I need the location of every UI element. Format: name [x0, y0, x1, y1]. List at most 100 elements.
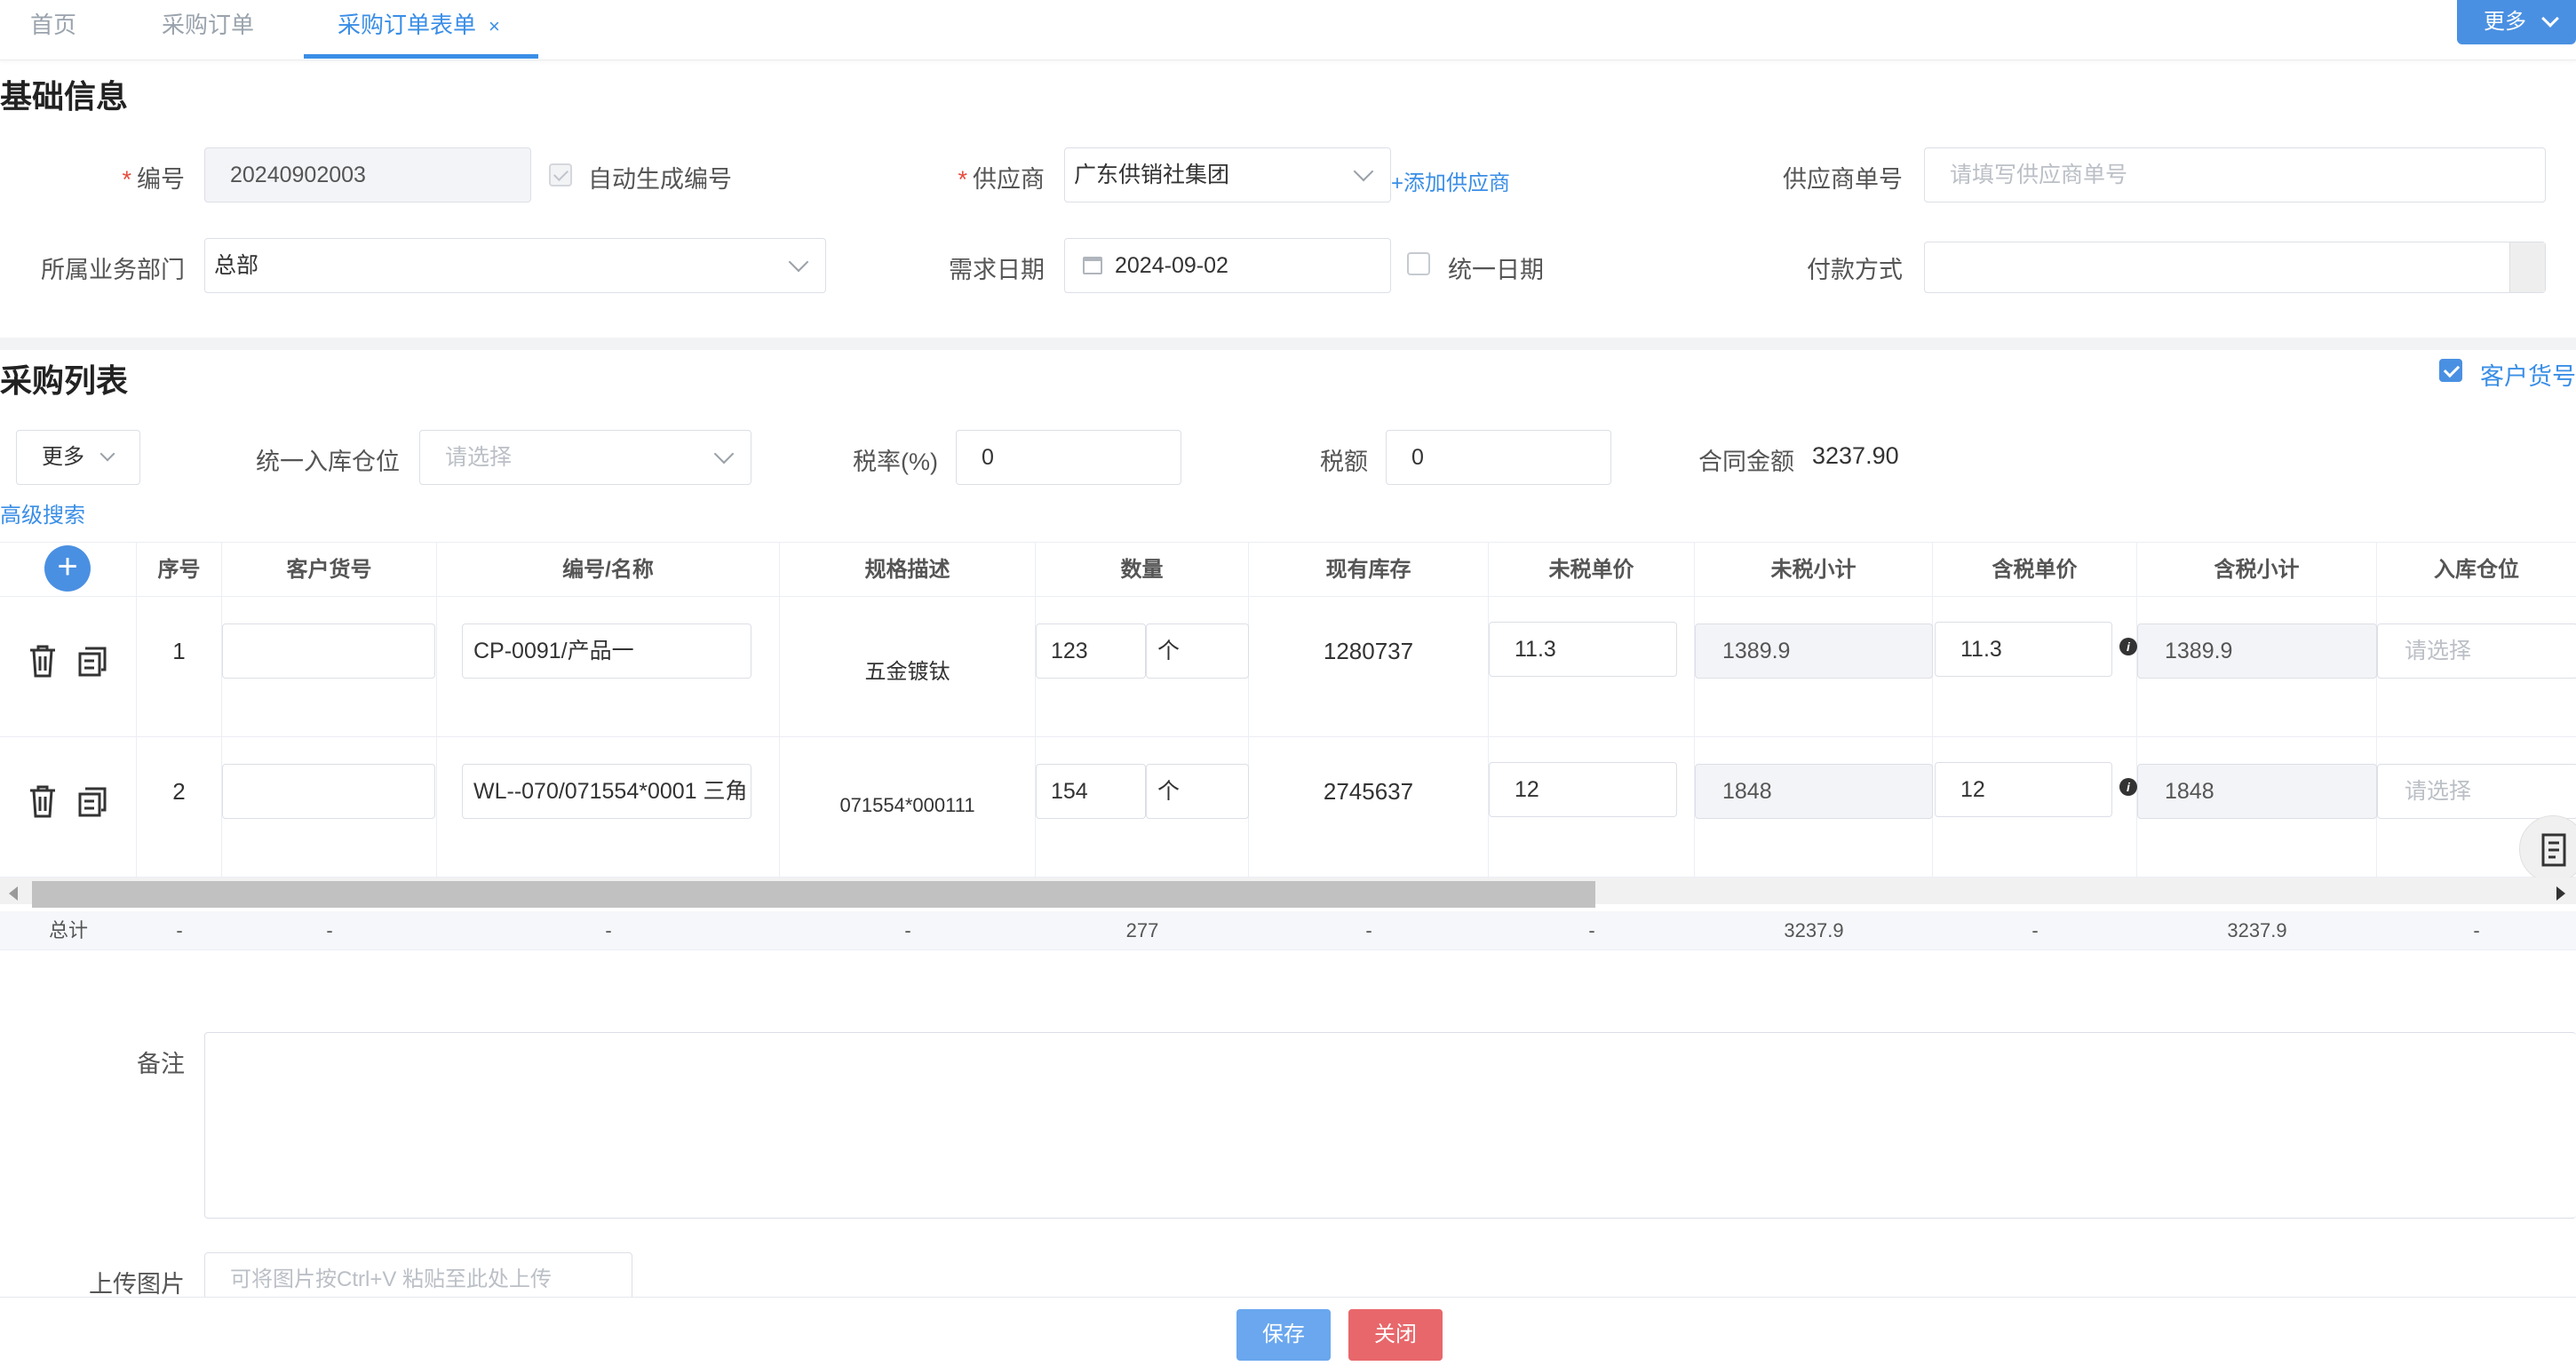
tab-purchase-orders[interactable]: 采购订单 [162, 0, 254, 59]
total-warehouse: - [2473, 919, 2480, 941]
qty-input[interactable]: 123 [1036, 623, 1146, 679]
date-picker[interactable]: 2024-09-02 [1064, 238, 1391, 293]
cell-spec: 071554*000111 [780, 737, 1036, 878]
warehouse-select[interactable]: 请选择 [419, 430, 751, 485]
customer-no-input[interactable] [222, 764, 435, 819]
tab-purchase-order-form[interactable]: 采购订单表单 × [304, 0, 538, 59]
close-icon[interactable]: × [489, 15, 500, 37]
row-warehouse-select[interactable]: 请选择 [2377, 764, 2576, 819]
total-stock: - [1365, 919, 1372, 941]
more-menu-button[interactable]: 更多 [2457, 0, 2576, 44]
seq-value: 1 [172, 638, 186, 664]
tax-amount-input[interactable]: 0 [1386, 430, 1611, 485]
tax-rate-input[interactable]: 0 [956, 430, 1181, 485]
total-qty: 277 [1125, 919, 1159, 941]
scroll-left-icon[interactable] [9, 886, 18, 901]
code-label: * 编号 [89, 160, 185, 195]
cell-spec: 五金镀钛 [780, 597, 1036, 737]
trash-icon[interactable] [27, 643, 59, 679]
subtotal-field: 1848 [1695, 764, 1933, 819]
tab-home[interactable]: 首页 [30, 0, 76, 59]
tax-rate-label: 税率(%) [853, 449, 938, 475]
close-button[interactable]: 关闭 [1348, 1309, 1443, 1361]
more-label: 更多 [2484, 10, 2526, 34]
customer-no-checkbox[interactable] [2439, 359, 2462, 382]
add-row-button[interactable]: + [44, 545, 91, 592]
section-title-list: 采购列表 [0, 362, 129, 399]
cell-warehouse: 请选择 [2377, 597, 2576, 737]
copy-icon[interactable] [76, 785, 108, 817]
dept-select[interactable]: 总部 [204, 238, 826, 293]
date-label: 需求日期 [949, 257, 1045, 283]
cell-tax-subtotal: 1389.9 [2137, 597, 2377, 737]
contract-value: 3237.90 [1812, 442, 1899, 469]
copy-icon[interactable] [76, 645, 108, 677]
price-input[interactable]: 12 [1489, 762, 1677, 817]
trash-icon[interactable] [27, 783, 59, 819]
stock-value: 1280737 [1323, 638, 1414, 664]
info-icon[interactable]: i [2119, 778, 2137, 796]
chevron-down-icon [2541, 10, 2559, 28]
section-title-basic: 基础信息 [0, 78, 129, 115]
stock-value: 2745637 [1323, 778, 1414, 805]
cell-code-name: CP-0091/产品一 [437, 597, 780, 737]
code-field[interactable]: 20240902003 [204, 147, 531, 203]
code-name-input[interactable]: WL--070/071554*0001 三角 [462, 764, 751, 819]
qty-input[interactable]: 154 [1036, 764, 1146, 819]
tab-label: 首页 [30, 12, 77, 38]
document-icon [2541, 833, 2566, 867]
header-spec: 规格描述 [780, 543, 1036, 598]
unit-select[interactable]: 个 [1146, 764, 1249, 819]
cell-customer-no [222, 737, 437, 878]
subtotal-field: 1389.9 [1695, 623, 1933, 679]
header-price: 未税单价 [1489, 543, 1695, 598]
add-supplier-link[interactable]: +添加供应商 [1391, 165, 1510, 196]
remark-textarea[interactable] [204, 1032, 2576, 1219]
cell-price: 12 [1489, 737, 1695, 878]
chevron-down-icon [99, 446, 115, 462]
unify-date-checkbox[interactable] [1407, 252, 1430, 275]
supplier-label-text: 供应商 [973, 166, 1045, 193]
plus-icon: + [57, 547, 78, 586]
dept-value: 总部 [214, 253, 259, 278]
payment-textarea[interactable] [1924, 242, 2546, 293]
scrollbar-thumb[interactable] [32, 881, 1595, 908]
cell-seq: 1 [137, 597, 222, 737]
supplier-no-input[interactable]: 请填写供应商单号 [1924, 147, 2546, 203]
price-input[interactable]: 11.3 [1489, 622, 1677, 677]
required-mark: * [122, 166, 131, 193]
totals-label: 总计 [48, 919, 88, 941]
save-button[interactable]: 保存 [1236, 1309, 1331, 1361]
header-customer-no: 客户货号 [222, 543, 437, 598]
row-warehouse-select[interactable]: 请选择 [2377, 623, 2576, 679]
spec-value: 五金镀钛 [864, 660, 950, 684]
auto-code-checkbox[interactable] [549, 163, 572, 187]
tab-label: 采购订单表单 [338, 12, 477, 38]
supplier-select[interactable]: 广东供销社集团 [1064, 147, 1391, 203]
code-label-text: 编号 [137, 166, 185, 193]
info-icon[interactable]: i [2119, 638, 2137, 655]
unit-select[interactable]: 个 [1146, 623, 1249, 679]
spinner-icon[interactable] [2509, 242, 2545, 292]
upload-label: 上传图片 [89, 1271, 185, 1298]
cell-stock: 2745637 [1249, 737, 1489, 878]
tax-price-input[interactable]: 12 [1935, 762, 2112, 817]
tax-amount-label: 税额 [1320, 449, 1368, 475]
chevron-down-icon [1353, 161, 1374, 182]
tax-price-input[interactable]: 11.3 [1935, 622, 2112, 677]
list-more-label: 更多 [42, 445, 84, 469]
supplier-no-label: 供应商单号 [1783, 166, 1903, 193]
advanced-search-link[interactable]: 高级搜索 [0, 497, 85, 528]
header-qty: 数量 [1036, 543, 1249, 598]
seq-value: 2 [172, 778, 186, 805]
customer-no-input[interactable] [222, 623, 435, 679]
code-name-input[interactable]: CP-0091/产品一 [462, 623, 751, 679]
section-divider [0, 338, 2576, 350]
header-tax-subtotal: 含税小计 [2137, 543, 2377, 598]
list-more-button[interactable]: 更多 [16, 430, 140, 485]
total-spec: - [904, 919, 911, 941]
scroll-right-icon[interactable] [2556, 886, 2565, 901]
cell-stock: 1280737 [1249, 597, 1489, 737]
remark-label: 备注 [137, 1051, 185, 1077]
header-warehouse: 入库仓位 [2434, 558, 2519, 582]
